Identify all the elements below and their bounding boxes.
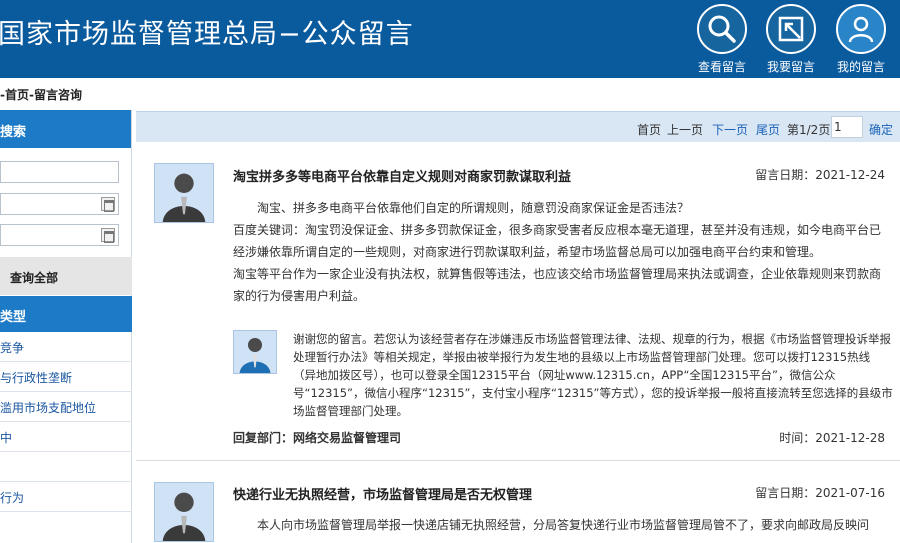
reply-avatar-icon <box>233 330 277 374</box>
search-section-title: 搜索 <box>0 110 131 148</box>
type-item[interactable]: 竞争 <box>0 332 132 362</box>
message-date-label: 留言日期： <box>755 486 816 500</box>
user-avatar-icon <box>154 482 214 542</box>
message-item: 淘宝拼多多等电商平台依靠自定义规则对商家罚款谋取利益 留言日期：2021-12-… <box>136 160 900 460</box>
last-page-link[interactable]: 尾页 <box>756 121 780 138</box>
site-header: 国家市场监督管理总局−公众留言 查看留言 我要留言 我的留言 <box>0 0 900 78</box>
message-item: 快递行业无执照经营，市场监督管理局是否无权管理 留言日期：2021-07-16 … <box>136 480 900 543</box>
type-item[interactable]: 行为 <box>0 482 132 512</box>
message-paragraph: 百度关键词：淘宝罚没保证金、拼多多罚款保证金，很多商家受害者反应根本毫无道理，甚… <box>233 223 882 259</box>
view-messages-label: 查看留言 <box>697 60 746 74</box>
confirm-button[interactable]: 确定 <box>869 121 893 138</box>
start-date-input[interactable] <box>0 193 119 215</box>
breadcrumb: -首页-留言咨询 <box>0 88 82 102</box>
message-date-label: 留言日期： <box>755 168 816 182</box>
message-date: 留言日期：2021-07-16 <box>755 484 885 501</box>
prev-page-link[interactable]: 上一页 <box>667 121 703 138</box>
reply-department: 回复部门：网络交易监督管理司 <box>233 431 402 445</box>
type-item[interactable]: 中 <box>0 422 132 452</box>
message-divider <box>136 460 900 461</box>
message-title[interactable]: 快递行业无执照经营，市场监督管理局是否无权管理 <box>233 484 532 503</box>
page-info: 第1/2页 <box>787 123 831 137</box>
my-messages-button[interactable]: 我的留言 <box>833 4 889 75</box>
write-message-button[interactable]: 我要留言 <box>763 4 819 75</box>
type-item[interactable] <box>0 452 132 482</box>
view-messages-button[interactable]: 查看留言 <box>694 4 750 75</box>
sidebar: 搜索 查询全部 类型 竞争 与行政性垄断 滥用市场支配地位 中 行为 <box>0 110 132 543</box>
message-date-value: 2021-07-16 <box>815 486 885 500</box>
keyword-input[interactable] <box>0 161 119 183</box>
site-title: 国家市场监督管理总局−公众留言 <box>0 19 414 50</box>
message-date-value: 2021-12-24 <box>815 168 885 182</box>
message-title[interactable]: 淘宝拼多多等电商平台依靠自定义规则对商家罚款谋取利益 <box>233 166 571 185</box>
type-item[interactable]: 滥用市场支配地位 <box>0 392 132 422</box>
message-paragraph: 淘宝等平台作为一家企业没有执法权，就算售假等违法，也应该交给市场监督管理局来执法… <box>233 267 882 303</box>
search-all-button[interactable]: 查询全部 <box>0 257 132 295</box>
message-date: 留言日期：2021-12-24 <box>755 166 885 183</box>
end-date-input[interactable] <box>0 224 119 246</box>
calendar-icon[interactable] <box>101 228 115 243</box>
pagination-bar: 首页 上一页 下一页 尾页 第1/2页 1 确定 <box>136 111 900 142</box>
message-body: 淘宝、拼多多电商平台依靠他们自定的所谓规则，随意罚没商家保证金是否违法？ 百度关… <box>233 197 888 307</box>
reply-text: 谢谢您的留言。若您认为该经营者存在涉嫌违反市场监督管理法律、法规、规章的行为，根… <box>293 332 893 418</box>
page-number-input[interactable]: 1 <box>831 116 863 138</box>
user-icon <box>836 4 886 54</box>
message-body: 本人向市场监督管理局举报一快递店铺无执照经营，分局答复快递行业市场监督管理局管不… <box>233 514 888 536</box>
next-page-link[interactable]: 下一页 <box>712 121 748 138</box>
type-section-title: 类型 <box>0 296 132 332</box>
type-item[interactable]: 与行政性垄断 <box>0 362 132 392</box>
message-paragraph: 淘宝、拼多多电商平台依靠他们自定的所谓规则，随意罚没商家保证金是否违法？ <box>257 201 690 215</box>
user-avatar-icon <box>154 163 214 223</box>
first-page-link[interactable]: 首页 <box>637 121 661 138</box>
message-paragraph: 本人向市场监督管理局举报一快递店铺无执照经营，分局答复快递行业市场监督管理局管不… <box>257 518 870 532</box>
write-message-label: 我要留言 <box>766 60 815 74</box>
calendar-icon[interactable] <box>101 197 115 212</box>
write-icon <box>766 4 816 54</box>
reply-time: 时间：2021-12-28 <box>779 431 885 445</box>
my-messages-label: 我的留言 <box>836 60 885 74</box>
search-icon <box>697 4 747 54</box>
